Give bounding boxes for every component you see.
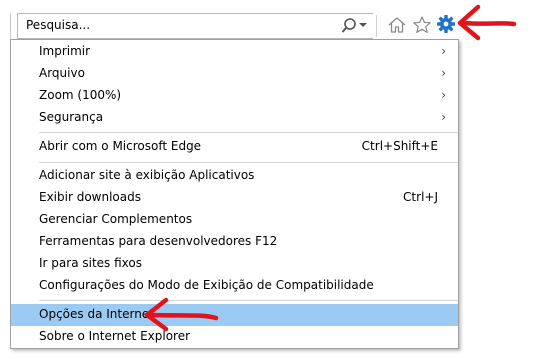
menu-item-arquivo[interactable]: Arquivo › bbox=[11, 63, 458, 85]
tools-menu: Imprimir › Arquivo › Zoom (100%) › Segur… bbox=[10, 39, 459, 349]
menu-item-ferramentas-f12[interactable]: Ferramentas para desenvolvedores F12 bbox=[11, 231, 458, 253]
annotation-arrow-icon bbox=[144, 297, 219, 332]
menu-divider bbox=[39, 132, 458, 133]
home-icon[interactable] bbox=[387, 15, 407, 35]
menu-divider bbox=[39, 300, 458, 301]
search-icon[interactable] bbox=[341, 17, 357, 35]
annotation-arrow-icon bbox=[457, 4, 517, 41]
menu-item-label: Imprimir bbox=[39, 44, 91, 58]
toolbar-edge bbox=[10, 13, 17, 39]
menu-item-label: Exibir downloads bbox=[39, 190, 141, 204]
menu-item-label: Ir para sites fixos bbox=[39, 256, 142, 270]
menu-item-zoom[interactable]: Zoom (100%) › bbox=[11, 85, 458, 107]
menu-item-imprimir[interactable]: Imprimir › bbox=[11, 41, 458, 63]
menu-item-label: Configurações do Modo de Exibição de Com… bbox=[39, 278, 374, 292]
menu-item-shortcut: Ctrl+J bbox=[403, 190, 438, 204]
menu-item-label: Adicionar site à exibição Aplicativos bbox=[39, 168, 255, 182]
toolbar: Pesquisa... bbox=[0, 0, 538, 41]
menu-item-sobre-ie[interactable]: Sobre o Internet Explorer bbox=[11, 326, 458, 348]
menu-item-seguranca[interactable]: Segurança › bbox=[11, 107, 458, 129]
menu-divider bbox=[39, 162, 458, 163]
menu-item-shortcut: Ctrl+Shift+E bbox=[361, 139, 438, 153]
star-icon[interactable] bbox=[412, 15, 432, 35]
menu-item-label: Ferramentas para desenvolvedores F12 bbox=[39, 234, 278, 248]
menu-item-gerenciar-complementos[interactable]: Gerenciar Complementos bbox=[11, 209, 458, 231]
gear-icon[interactable] bbox=[436, 14, 456, 34]
menu-item-label: Arquivo bbox=[39, 66, 85, 80]
menu-item-label: Abrir com o Microsoft Edge bbox=[39, 139, 202, 153]
menu-item-label: Segurança bbox=[39, 110, 104, 124]
menu-item-label: Opções da Internet bbox=[39, 307, 154, 321]
menu-item-label: Zoom (100%) bbox=[39, 88, 122, 102]
menu-item-adicionar-site[interactable]: Adicionar site à exibição Aplicativos bbox=[11, 165, 458, 187]
chevron-right-icon: › bbox=[441, 44, 446, 58]
menu-item-abrir-edge[interactable]: Abrir com o Microsoft Edge Ctrl+Shift+E bbox=[11, 136, 458, 158]
dropdown-arrow-icon[interactable] bbox=[359, 21, 367, 29]
menu-item-sites-fixos[interactable]: Ir para sites fixos bbox=[11, 253, 458, 275]
search-placeholder: Pesquisa... bbox=[26, 18, 91, 32]
toolbar-divider bbox=[376, 15, 377, 37]
chevron-right-icon: › bbox=[441, 110, 446, 124]
chevron-right-icon: › bbox=[441, 66, 446, 80]
search-input[interactable]: Pesquisa... bbox=[17, 13, 373, 39]
menu-item-label: Gerenciar Complementos bbox=[39, 212, 193, 226]
menu-item-opcoes-internet[interactable]: Opções da Internet bbox=[11, 304, 458, 326]
menu-item-exibir-downloads[interactable]: Exibir downloads Ctrl+J bbox=[11, 187, 458, 209]
menu-item-compatibilidade[interactable]: Configurações do Modo de Exibição de Com… bbox=[11, 275, 458, 297]
chevron-right-icon: › bbox=[441, 88, 446, 102]
